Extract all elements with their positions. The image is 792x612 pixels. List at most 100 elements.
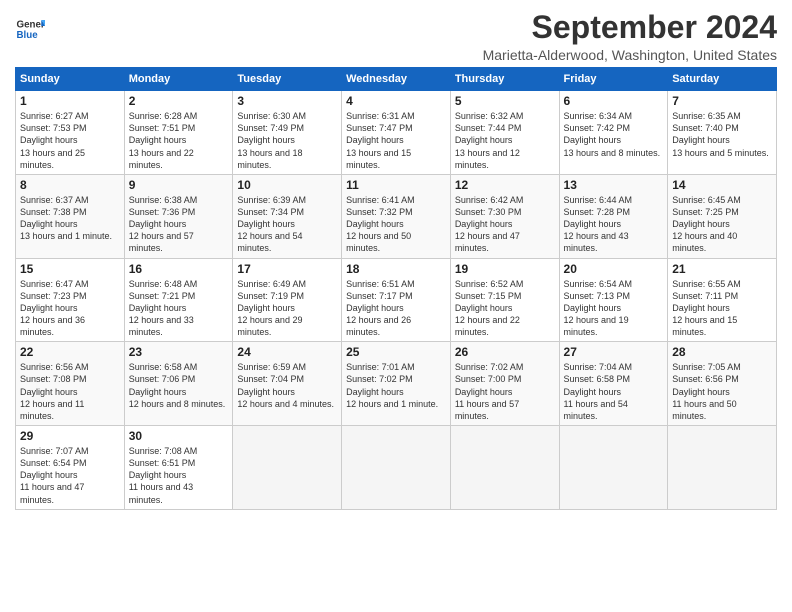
col-header-wednesday: Wednesday: [342, 68, 451, 91]
day-number: 12: [455, 178, 555, 192]
calendar-cell: [450, 426, 559, 510]
day-info: Sunrise: 7:07 AMSunset: 6:54 PMDaylight …: [20, 445, 120, 506]
day-number: 1: [20, 94, 120, 108]
calendar-cell: 25Sunrise: 7:01 AMSunset: 7:02 PMDayligh…: [342, 342, 451, 426]
calendar-header-row: SundayMondayTuesdayWednesdayThursdayFrid…: [16, 68, 777, 91]
day-info: Sunrise: 6:31 AMSunset: 7:47 PMDaylight …: [346, 110, 446, 171]
day-number: 13: [564, 178, 664, 192]
day-info: Sunrise: 6:32 AMSunset: 7:44 PMDaylight …: [455, 110, 555, 171]
day-number: 4: [346, 94, 446, 108]
calendar-cell: 15 Sunrise: 6:47 AMSunset: 7:23 PMDayligh…: [16, 258, 125, 342]
day-info: Sunrise: 6:56 AMSunset: 7:08 PMDaylight …: [20, 361, 120, 422]
calendar-cell: 29 Sunrise: 7:07 AMSunset: 6:54 PMDayligh…: [16, 426, 125, 510]
location-title: Marietta-Alderwood, Washington, United S…: [483, 47, 777, 63]
week-row-5: 29 Sunrise: 7:07 AMSunset: 6:54 PMDayligh…: [16, 426, 777, 510]
logo-icon: General Blue: [15, 14, 45, 44]
calendar-cell: 24 Sunrise: 6:59 AMSunset: 7:04 PMDayligh…: [233, 342, 342, 426]
col-header-monday: Monday: [124, 68, 233, 91]
day-number: 29: [20, 429, 120, 443]
week-row-4: 22 Sunrise: 6:56 AMSunset: 7:08 PMDayligh…: [16, 342, 777, 426]
calendar-cell: [342, 426, 451, 510]
day-info: Sunrise: 6:28 AMSunset: 7:51 PMDaylight …: [129, 110, 229, 171]
day-number: 18: [346, 262, 446, 276]
calendar-cell: 27Sunrise: 7:04 AMSunset: 6:58 PMDayligh…: [559, 342, 668, 426]
calendar-cell: 23 Sunrise: 6:58 AMSunset: 7:06 PMDayligh…: [124, 342, 233, 426]
calendar-cell: 21Sunrise: 6:55 AMSunset: 7:11 PMDayligh…: [668, 258, 777, 342]
day-number: 27: [564, 345, 664, 359]
week-row-2: 8 Sunrise: 6:37 AMSunset: 7:38 PMDaylight…: [16, 174, 777, 258]
day-number: 23: [129, 345, 229, 359]
day-info: Sunrise: 7:02 AMSunset: 7:00 PMDaylight …: [455, 361, 555, 422]
day-info: Sunrise: 7:05 AMSunset: 6:56 PMDaylight …: [672, 361, 772, 422]
day-number: 22: [20, 345, 120, 359]
day-number: 10: [237, 178, 337, 192]
month-title: September 2024: [483, 10, 777, 45]
calendar-cell: 30Sunrise: 7:08 AMSunset: 6:51 PMDayligh…: [124, 426, 233, 510]
day-info: Sunrise: 6:39 AMSunset: 7:34 PMDaylight …: [237, 194, 337, 255]
day-number: 24: [237, 345, 337, 359]
day-info: Sunrise: 6:42 AMSunset: 7:30 PMDaylight …: [455, 194, 555, 255]
calendar-cell: 10 Sunrise: 6:39 AMSunset: 7:34 PMDayligh…: [233, 174, 342, 258]
calendar-cell: 9Sunrise: 6:38 AMSunset: 7:36 PMDaylight…: [124, 174, 233, 258]
day-info: Sunrise: 6:30 AMSunset: 7:49 PMDaylight …: [237, 110, 337, 171]
calendar-cell: [559, 426, 668, 510]
day-number: 3: [237, 94, 337, 108]
day-number: 7: [672, 94, 772, 108]
calendar-cell: 26 Sunrise: 7:02 AMSunset: 7:00 PMDayligh…: [450, 342, 559, 426]
day-number: 8: [20, 178, 120, 192]
calendar-cell: 19Sunrise: 6:52 AMSunset: 7:15 PMDayligh…: [450, 258, 559, 342]
col-header-thursday: Thursday: [450, 68, 559, 91]
calendar-cell: 6 Sunrise: 6:34 AMSunset: 7:42 PMDaylight…: [559, 91, 668, 175]
calendar-cell: 8 Sunrise: 6:37 AMSunset: 7:38 PMDaylight…: [16, 174, 125, 258]
calendar-cell: 14Sunrise: 6:45 AMSunset: 7:25 PMDayligh…: [668, 174, 777, 258]
calendar-cell: 11 Sunrise: 6:41 AMSunset: 7:32 PMDayligh…: [342, 174, 451, 258]
calendar-cell: 3 Sunrise: 6:30 AMSunset: 7:49 PMDaylight…: [233, 91, 342, 175]
day-info: Sunrise: 6:45 AMSunset: 7:25 PMDaylight …: [672, 194, 772, 255]
day-number: 20: [564, 262, 664, 276]
day-info: Sunrise: 6:41 AMSunset: 7:32 PMDaylight …: [346, 194, 446, 255]
col-header-sunday: Sunday: [16, 68, 125, 91]
day-info: Sunrise: 6:59 AMSunset: 7:04 PMDaylight …: [237, 361, 337, 410]
day-number: 30: [129, 429, 229, 443]
day-info: Sunrise: 6:44 AMSunset: 7:28 PMDaylight …: [564, 194, 664, 255]
calendar-cell: 20 Sunrise: 6:54 AMSunset: 7:13 PMDayligh…: [559, 258, 668, 342]
title-block: September 2024 Marietta-Alderwood, Washi…: [483, 10, 777, 63]
logo: General Blue: [15, 14, 45, 44]
calendar-cell: 18 Sunrise: 6:51 AMSunset: 7:17 PMDayligh…: [342, 258, 451, 342]
day-number: 9: [129, 178, 229, 192]
col-header-tuesday: Tuesday: [233, 68, 342, 91]
page: General Blue September 2024 Marietta-Ald…: [0, 0, 792, 612]
day-number: 21: [672, 262, 772, 276]
day-info: Sunrise: 6:27 AMSunset: 7:53 PMDaylight …: [20, 110, 120, 171]
day-number: 28: [672, 345, 772, 359]
col-header-friday: Friday: [559, 68, 668, 91]
svg-text:Blue: Blue: [17, 30, 39, 41]
day-info: Sunrise: 6:49 AMSunset: 7:19 PMDaylight …: [237, 278, 337, 339]
day-number: 15: [20, 262, 120, 276]
calendar-cell: 17 Sunrise: 6:49 AMSunset: 7:19 PMDayligh…: [233, 258, 342, 342]
calendar-cell: [233, 426, 342, 510]
day-info: Sunrise: 6:58 AMSunset: 7:06 PMDaylight …: [129, 361, 229, 410]
day-number: 17: [237, 262, 337, 276]
calendar-cell: [668, 426, 777, 510]
week-row-1: 1 Sunrise: 6:27 AMSunset: 7:53 PMDaylight…: [16, 91, 777, 175]
day-info: Sunrise: 6:54 AMSunset: 7:13 PMDaylight …: [564, 278, 664, 339]
calendar-cell: 22 Sunrise: 6:56 AMSunset: 7:08 PMDayligh…: [16, 342, 125, 426]
header: General Blue September 2024 Marietta-Ald…: [15, 10, 777, 63]
calendar-table: SundayMondayTuesdayWednesdayThursdayFrid…: [15, 67, 777, 510]
day-info: Sunrise: 6:47 AMSunset: 7:23 PMDaylight …: [20, 278, 120, 339]
day-info: Sunrise: 6:34 AMSunset: 7:42 PMDaylight …: [564, 110, 664, 159]
day-number: 6: [564, 94, 664, 108]
day-number: 26: [455, 345, 555, 359]
day-number: 11: [346, 178, 446, 192]
calendar-cell: 12 Sunrise: 6:42 AMSunset: 7:30 PMDayligh…: [450, 174, 559, 258]
day-info: Sunrise: 6:51 AMSunset: 7:17 PMDaylight …: [346, 278, 446, 339]
calendar-cell: 16Sunrise: 6:48 AMSunset: 7:21 PMDayligh…: [124, 258, 233, 342]
calendar-cell: 5Sunrise: 6:32 AMSunset: 7:44 PMDaylight…: [450, 91, 559, 175]
day-info: Sunrise: 6:35 AMSunset: 7:40 PMDaylight …: [672, 110, 772, 159]
svg-text:General: General: [17, 20, 46, 31]
calendar-cell: 2Sunrise: 6:28 AMSunset: 7:51 PMDaylight…: [124, 91, 233, 175]
day-info: Sunrise: 6:37 AMSunset: 7:38 PMDaylight …: [20, 194, 120, 243]
day-info: Sunrise: 6:48 AMSunset: 7:21 PMDaylight …: [129, 278, 229, 339]
calendar-cell: 13 Sunrise: 6:44 AMSunset: 7:28 PMDayligh…: [559, 174, 668, 258]
